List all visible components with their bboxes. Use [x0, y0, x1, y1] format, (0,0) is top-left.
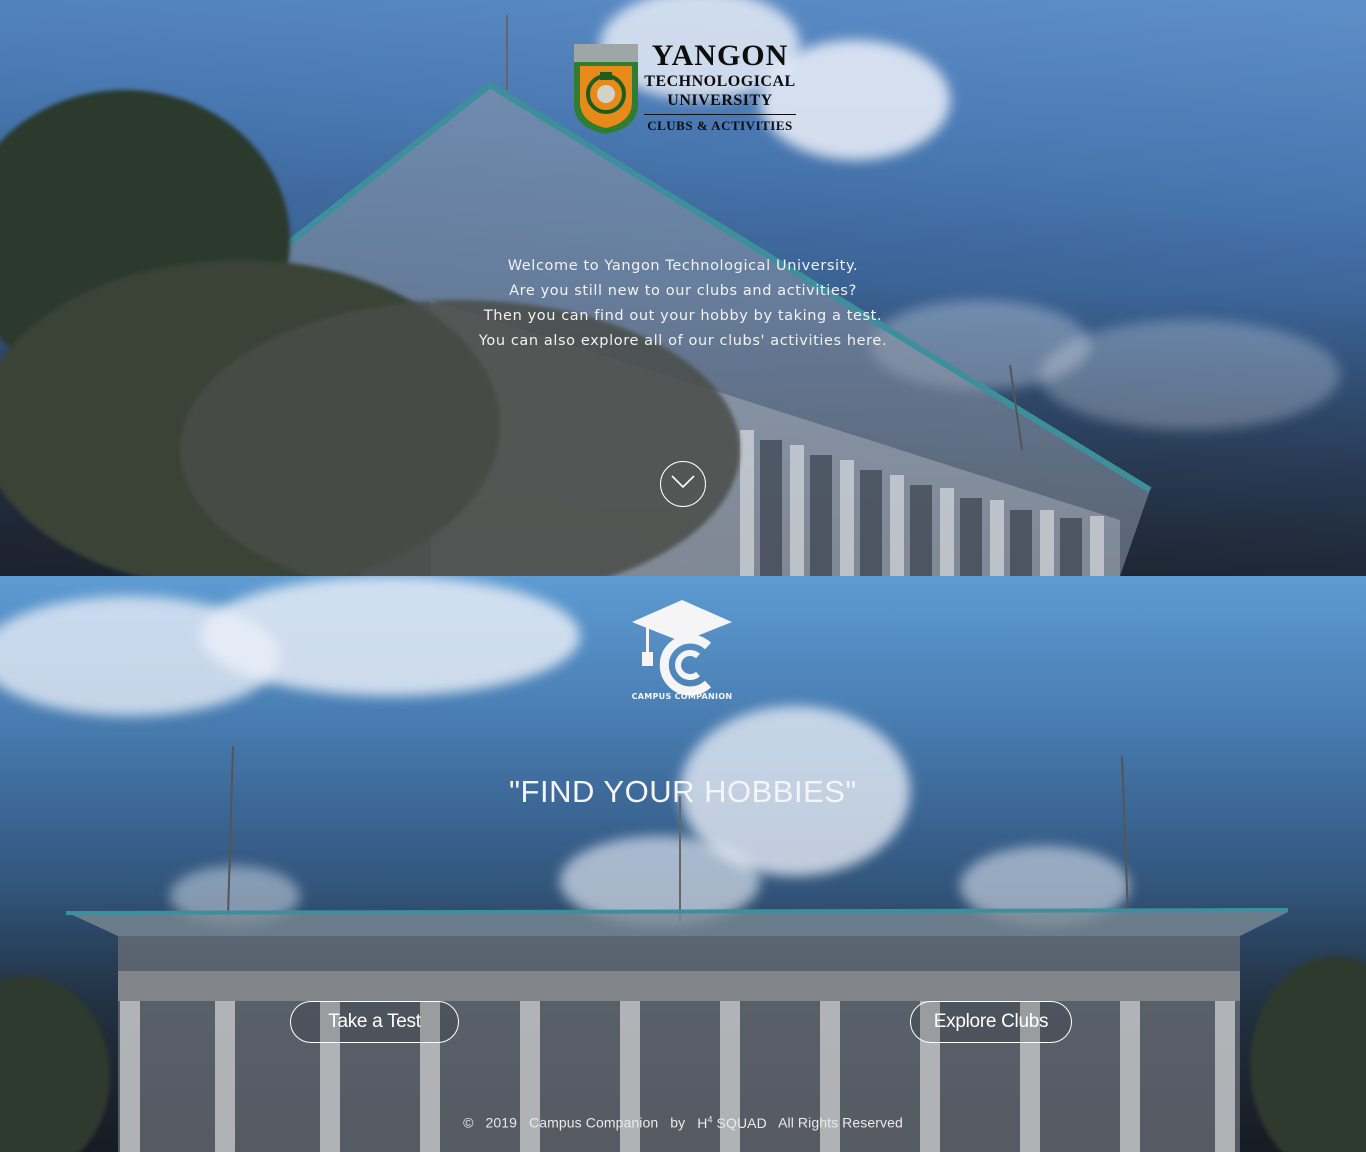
logo-title-line1: YANGON: [651, 39, 789, 72]
chevron-down-icon: [671, 475, 695, 489]
footer-year: 2019: [485, 1114, 518, 1131]
footer-by: by: [670, 1114, 686, 1131]
logo-subtitle: CLUBS & ACTIVITIES: [647, 118, 793, 133]
logo-title-line2: TECHNOLOGICAL: [644, 73, 796, 90]
footer-team: H4 SQUAD: [697, 1114, 767, 1131]
welcome-line: Then you can find out your hobby by taki…: [483, 308, 883, 324]
welcome-line: Welcome to Yangon Technological Universi…: [507, 258, 859, 274]
scroll-down-button[interactable]: [660, 461, 706, 507]
hero-section: YANGON TECHNOLOGICAL UNIVERSITY CLUBS & …: [0, 0, 1366, 576]
footer-product: Campus Companion: [529, 1114, 659, 1131]
tagline: "FIND YOUR HOBBIES": [509, 774, 857, 809]
logo-title-line3: UNIVERSITY: [667, 92, 773, 109]
take-test-button[interactable]: Take a Test: [290, 1001, 459, 1043]
campus-companion-label: CAMPUS COMPANION: [631, 692, 733, 701]
logo-title: YANGON TECHNOLOGICAL UNIVERSITY: [644, 40, 796, 110]
copyright-symbol: ©: [463, 1114, 474, 1131]
explore-clubs-button[interactable]: Explore Clubs: [910, 1001, 1072, 1043]
university-crest-icon: [574, 44, 638, 134]
university-logo[interactable]: YANGON TECHNOLOGICAL UNIVERSITY CLUBS & …: [572, 38, 798, 140]
welcome-text: Welcome to Yangon Technological Universi…: [383, 254, 983, 354]
welcome-line: Are you still new to our clubs and activ…: [509, 283, 857, 299]
logo-divider: [644, 114, 796, 115]
welcome-line: You can also explore all of our clubs' a…: [478, 333, 888, 349]
campus-companion-logo-icon[interactable]: [626, 598, 738, 706]
footer: © 2019 Campus Companion by H4 SQUAD All …: [0, 1114, 1366, 1131]
footer-rights: All Rights Reserved: [778, 1114, 903, 1131]
